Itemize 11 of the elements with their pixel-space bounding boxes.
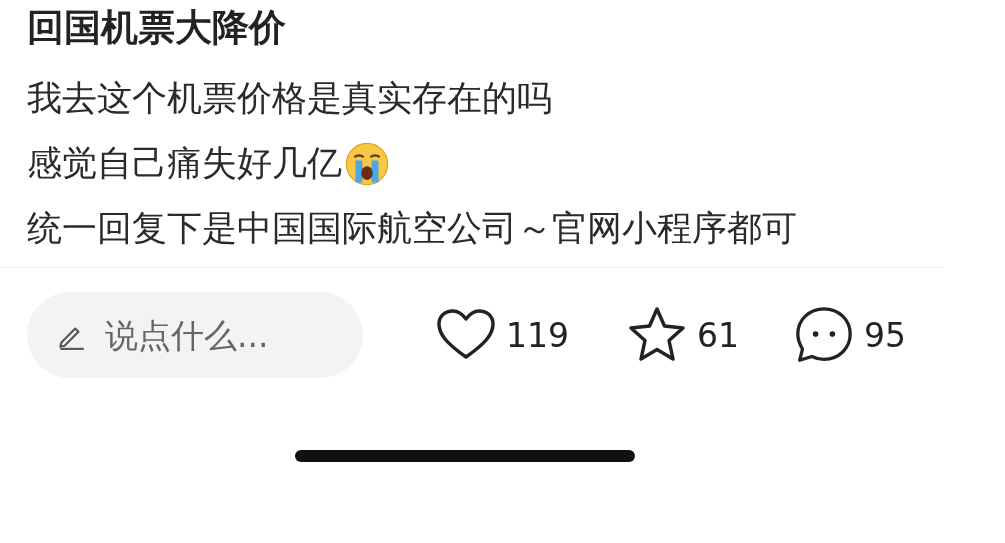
star-icon <box>627 306 687 364</box>
collect-button[interactable]: 61 <box>627 306 739 364</box>
post-title: 回国机票大降价 <box>27 5 287 51</box>
comment-button[interactable]: 95 <box>794 306 906 364</box>
comment-field[interactable]: 说点什么... <box>27 292 363 378</box>
post-text: 感觉自己痛失好几亿 <box>27 142 342 185</box>
post-text: 统一回复下是中国国际航空公司～官网小程序都可 <box>27 207 797 250</box>
post-text: 我去这个机票价格是真实存在的吗 <box>27 77 552 120</box>
like-button[interactable]: 119 <box>436 306 569 364</box>
crying-face-icon <box>344 140 390 187</box>
speech-bubble-icon <box>794 306 854 364</box>
